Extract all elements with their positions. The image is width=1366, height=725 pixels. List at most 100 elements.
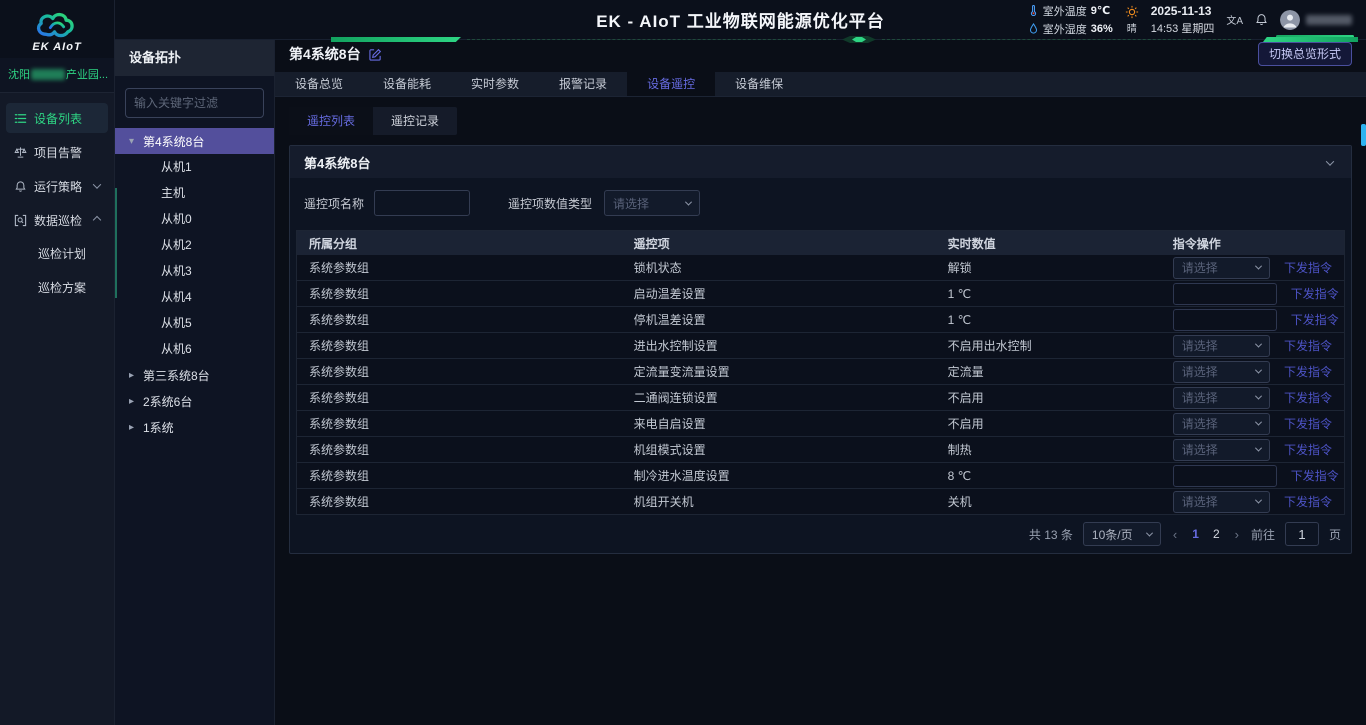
column-header: 实时数值 [936,235,1161,252]
caret-right-icon: ▸ [129,422,137,433]
tab-实时参数[interactable]: 实时参数 [451,72,539,96]
notification-bell-icon[interactable] [1255,13,1268,26]
sidebar-item-device-list[interactable]: 设备列表 [6,103,108,133]
caret-down-icon: ▾ [129,136,137,147]
language-switch-icon[interactable]: 文A [1226,12,1243,27]
cell-command: 请选择 下发指令 [1161,361,1344,383]
run-strategy-icon [14,180,27,193]
user-underline-decoration [1276,35,1354,38]
tree-leaf[interactable]: 从机5 [115,310,274,336]
command-value-input[interactable] [1173,283,1277,305]
send-command-link[interactable]: 下发指令 [1284,259,1332,276]
filter-type-select[interactable]: 请选择 [604,190,700,216]
sidebar-subitem[interactable]: 巡检计划 [6,239,108,269]
tab-报警记录[interactable]: 报警记录 [539,72,627,96]
tree-node[interactable]: ▸2系统6台 [115,388,274,414]
outdoor-humidity: 室外湿度 36% [1028,21,1113,37]
vertical-scrollbar-thumb[interactable] [1361,124,1366,146]
send-command-link[interactable]: 下发指令 [1291,467,1339,484]
page-number-1[interactable]: 1 [1189,527,1202,541]
select-placeholder: 请选择 [1182,389,1248,406]
panel-title: 第4系统8台 [304,153,370,172]
cell-group: 系统参数组 [297,285,622,302]
next-page-button[interactable]: › [1233,527,1241,542]
send-command-link[interactable]: 下发指令 [1284,493,1332,510]
page-number-list: 12 [1189,527,1222,541]
cell-command: 请选择下发指令 [1161,257,1344,279]
tree-leaf[interactable]: 从机0 [115,206,274,232]
sidebar-item-data-inspection[interactable]: 数据巡检 [6,205,108,235]
select-placeholder: 请选择 [1182,441,1248,458]
tree-node-label: 2系统6台 [143,393,192,410]
subtab-遥控列表[interactable]: 遥控列表 [289,107,373,135]
datetime-block: 2025-11-13 14:53 星期四 [1151,4,1215,36]
tab-设备遥控[interactable]: 设备遥控 [627,72,715,96]
location-redacted [31,69,65,80]
send-command-link[interactable]: 下发指令 [1284,337,1332,354]
command-value-input[interactable] [1173,309,1277,331]
column-header: 所属分组 [297,235,622,252]
tree-leaf[interactable]: 从机2 [115,232,274,258]
prev-page-button[interactable]: ‹ [1171,527,1179,542]
cell-item: 二通阀连锁设置 [622,389,936,406]
tree-leaf[interactable]: 主机 [115,180,274,206]
tab-设备维保[interactable]: 设备维保 [715,72,803,96]
column-header: 指令操作 [1161,235,1344,252]
logo: EK AIoT [0,0,114,58]
goto-suffix: 页 [1329,526,1341,543]
edit-icon[interactable] [369,48,382,61]
send-command-link[interactable]: 下发指令 [1291,311,1339,328]
tree-filter-input[interactable] [125,88,264,118]
tree-node[interactable]: ▾第4系统8台 [115,128,274,154]
filter-name-input[interactable] [374,190,470,216]
send-command-link[interactable]: 下发指令 [1284,441,1332,458]
filter-type-value: 请选择 [613,195,678,212]
send-command-link[interactable]: 下发指令 [1284,389,1332,406]
command-value-select[interactable]: 请选择 [1173,491,1270,513]
cell-value: 定流量 [936,363,1161,380]
command-value-select[interactable]: 请选择 [1173,361,1270,383]
collapse-chevron-icon[interactable] [1323,151,1337,173]
command-value-input[interactable] [1173,465,1277,487]
remote-subtab-bar: 遥控列表遥控记录 [289,107,457,135]
chevron-down-icon [93,180,101,188]
goto-page-input[interactable] [1285,522,1319,546]
page-number-2[interactable]: 2 [1210,527,1223,541]
sidebar-subitem[interactable]: 巡检方案 [6,273,108,303]
switch-overview-button[interactable]: 切换总览形式 [1258,42,1352,66]
tree-panel-title: 设备拓扑 [115,40,274,76]
temp-value: 9℃ [1091,4,1110,17]
tree-leaf[interactable]: 从机4 [115,284,274,310]
user-menu[interactable] [1280,10,1352,30]
tree-leaf[interactable]: 从机6 [115,336,274,362]
tab-设备能耗[interactable]: 设备能耗 [363,72,451,96]
send-command-link[interactable]: 下发指令 [1291,285,1339,302]
sidebar-item-run-strategy[interactable]: 运行策略 [6,171,108,201]
command-value-select[interactable]: 请选择 [1173,387,1270,409]
command-value-select[interactable]: 请选择 [1173,439,1270,461]
cell-item: 机组开关机 [622,493,936,510]
chevron-up-icon [93,216,101,224]
sidebar-item-project-alarm[interactable]: 项目告警 [6,137,108,167]
tab-设备总览[interactable]: 设备总览 [275,72,363,96]
send-command-link[interactable]: 下发指令 [1284,363,1332,380]
tree-node[interactable]: ▸1系统 [115,414,274,440]
cell-group: 系统参数组 [297,415,622,432]
command-value-select[interactable]: 请选择 [1173,257,1270,279]
tree-node[interactable]: ▸第三系统8台 [115,362,274,388]
tree-leaf[interactable]: 从机3 [115,258,274,284]
table-row: 系统参数组机组模式设置制热请选择下发指令 [297,437,1344,463]
select-placeholder: 请选择 [1182,493,1248,510]
select-placeholder: 请选择 [1182,363,1248,380]
page-size-select[interactable]: 10条/页 [1083,522,1161,546]
subtab-遥控记录[interactable]: 遥控记录 [373,107,457,135]
column-header: 遥控项 [622,235,936,252]
command-value-select[interactable]: 请选择 [1173,413,1270,435]
tree-scroll-accent [115,188,117,298]
main-content: 第4系统8台 切换总览形式 设备总览设备能耗实时参数报警记录设备遥控设备维保 遥… [275,40,1366,725]
command-value-select[interactable]: 请选择 [1173,335,1270,357]
sidebar-item-label: 数据巡检 [34,212,87,229]
cell-group: 系统参数组 [297,337,622,354]
send-command-link[interactable]: 下发指令 [1284,415,1332,432]
tree-leaf[interactable]: 从机1 [115,154,274,180]
